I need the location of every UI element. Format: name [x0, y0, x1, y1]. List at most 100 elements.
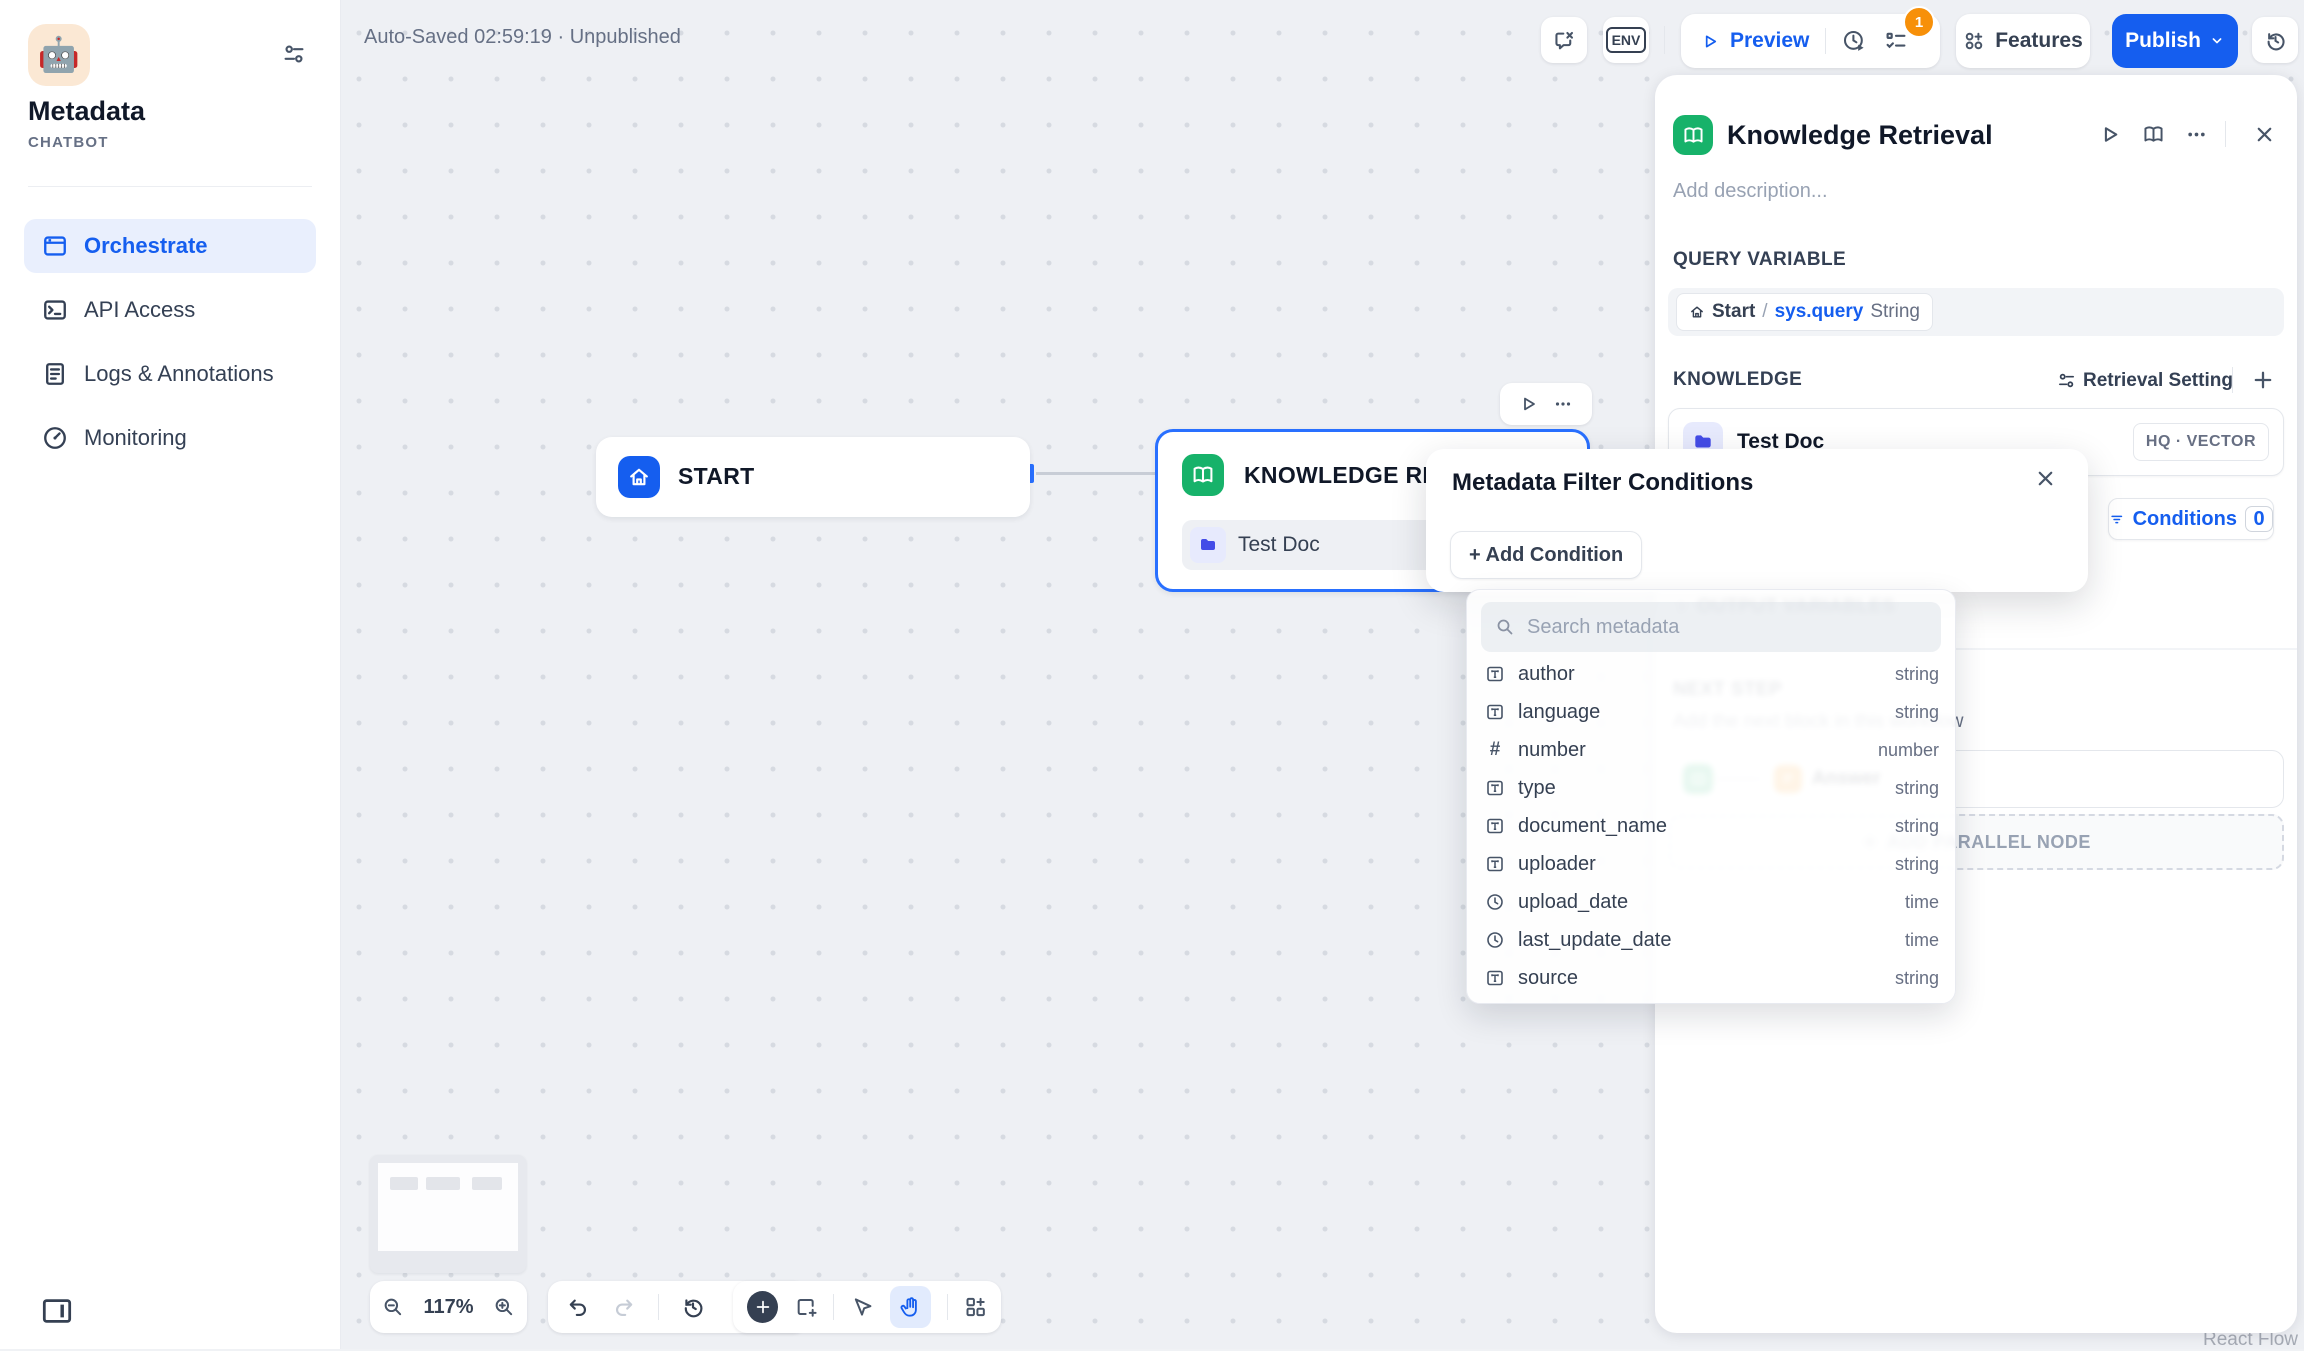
metadata-option[interactable]: last_update_datetime	[1473, 921, 1951, 959]
metadata-dropdown: authorstring languagestring # numbernumb…	[1466, 589, 1956, 1004]
undo-icon[interactable]	[566, 1295, 590, 1319]
sidebar-divider	[28, 186, 312, 187]
edge-start-to-knowledge	[1036, 472, 1155, 475]
time-field-icon	[1485, 892, 1505, 912]
preview-group: Preview 1	[1681, 14, 1940, 68]
start-node-title: START	[678, 463, 754, 490]
metadata-conditions-button[interactable]: Conditions 0	[2108, 498, 2274, 540]
orchestrate-icon	[42, 233, 68, 259]
text-field-icon	[1485, 664, 1505, 684]
chevron-down-icon	[2209, 33, 2225, 49]
checklist-icon[interactable]	[1884, 29, 1908, 53]
features-button[interactable]: Features	[1956, 14, 2090, 68]
zoom-in-icon[interactable]	[493, 1296, 515, 1318]
auto-layout-icon[interactable]	[964, 1295, 987, 1319]
zoom-level[interactable]: 117%	[423, 1296, 473, 1319]
text-field-icon	[1485, 854, 1505, 874]
change-history-icon[interactable]	[681, 1295, 705, 1319]
app-settings-icon[interactable]	[282, 42, 306, 66]
features-icon	[1963, 30, 1985, 52]
preview-play-icon	[1701, 32, 1720, 51]
node-toolbar	[1500, 383, 1592, 425]
toolbar-divider	[947, 1294, 948, 1320]
knowledge-icon	[1673, 115, 1713, 155]
chat-remove-icon	[1553, 29, 1576, 52]
text-field-icon	[1485, 816, 1505, 836]
filter-icon	[2109, 510, 2125, 529]
dataset-name: Test Doc	[1238, 533, 1320, 557]
env-icon: ENV	[1606, 27, 1647, 53]
checklist-badge: 1	[1903, 6, 1935, 38]
minimap[interactable]	[370, 1155, 526, 1273]
header-divider	[2225, 121, 2226, 147]
node-more-icon[interactable]	[1553, 394, 1573, 414]
toolbar-divider	[833, 1294, 834, 1320]
home-icon	[618, 456, 660, 498]
app-name: Metadata	[28, 96, 145, 127]
add-condition-button[interactable]: + Add Condition	[1450, 531, 1642, 579]
metadata-option[interactable]: # numbernumber	[1473, 731, 1951, 769]
run-icon[interactable]	[2099, 123, 2122, 146]
start-node[interactable]: START	[596, 437, 1030, 517]
app-avatar[interactable]: 🤖	[28, 24, 90, 86]
annotation-button[interactable]	[1541, 17, 1587, 63]
run-node-icon[interactable]	[1519, 394, 1539, 414]
metadata-option[interactable]: authorstring	[1473, 655, 1951, 693]
zoom-out-icon[interactable]	[382, 1296, 404, 1318]
query-variable-field[interactable]: Start / sys.query String	[1668, 288, 2284, 336]
metadata-option[interactable]: sourcestring	[1473, 959, 1951, 997]
hand-mode-icon[interactable]	[890, 1286, 931, 1328]
search-input[interactable]	[1525, 615, 1927, 640]
docs-icon[interactable]	[2142, 123, 2165, 146]
metadata-option[interactable]: typestring	[1473, 769, 1951, 807]
add-note-icon[interactable]	[794, 1295, 817, 1319]
collapse-sidebar-icon[interactable]	[42, 1298, 72, 1324]
close-panel-icon[interactable]	[2253, 123, 2276, 146]
canvas-tools-toolbar	[733, 1281, 1001, 1333]
topbar-divider	[1664, 26, 1665, 54]
retrieval-setting-button[interactable]: Retrieval Setting	[2083, 370, 2233, 392]
app-type-label: CHATBOT	[28, 134, 109, 151]
terminal-icon	[42, 297, 68, 323]
version-history-button[interactable]	[2252, 17, 2298, 63]
metadata-search[interactable]	[1481, 602, 1941, 652]
metadata-filter-popup: Metadata Filter Conditions + Add Conditi…	[1426, 449, 2088, 592]
metadata-option[interactable]: uploaderstring	[1473, 845, 1951, 883]
sidebar-item-monitoring[interactable]: Monitoring	[24, 411, 316, 465]
minimap-viewport	[378, 1163, 518, 1251]
popup-title: Metadata Filter Conditions	[1452, 469, 1753, 497]
sidebar-item-api-access[interactable]: API Access	[24, 283, 316, 337]
folder-icon	[1190, 527, 1226, 563]
toolbar-divider	[658, 1294, 659, 1320]
conditions-count-badge: 0	[2245, 506, 2273, 532]
close-popup-icon[interactable]	[2034, 467, 2057, 490]
sidebar-item-logs-annotations[interactable]: Logs & Annotations	[24, 347, 316, 401]
knowledge-header-divider	[2232, 367, 2233, 393]
add-node-icon[interactable]	[747, 1291, 778, 1323]
add-knowledge-icon[interactable]	[2251, 368, 2275, 392]
knowledge-section-label: KNOWLEDGE	[1673, 369, 1802, 391]
panel-title: Knowledge Retrieval	[1727, 120, 1993, 151]
preview-button[interactable]: Preview	[1730, 29, 1809, 53]
run-history-icon[interactable]	[1842, 29, 1866, 53]
publish-button[interactable]: Publish	[2112, 14, 2238, 68]
number-field-icon: #	[1485, 739, 1505, 761]
retrieval-setting-icon	[2057, 371, 2076, 390]
history-icon	[2264, 29, 2287, 52]
description-field[interactable]: Add description...	[1673, 180, 1828, 203]
sidebar-item-orchestrate[interactable]: Orchestrate	[24, 219, 316, 273]
redo-icon[interactable]	[612, 1295, 636, 1319]
start-node-icon	[1689, 304, 1705, 320]
minimap-node	[426, 1177, 460, 1190]
more-icon[interactable]	[2185, 123, 2208, 146]
env-button[interactable]: ENV	[1603, 17, 1649, 63]
search-icon	[1495, 617, 1515, 637]
variable-pill: Start / sys.query String	[1676, 293, 1933, 331]
metadata-option[interactable]: languagestring	[1473, 693, 1951, 731]
minimap-node	[472, 1177, 502, 1190]
pointer-mode-icon[interactable]	[850, 1295, 873, 1319]
metadata-option[interactable]: document_namestring	[1473, 807, 1951, 845]
text-field-icon	[1485, 778, 1505, 798]
text-field-icon	[1485, 702, 1505, 722]
metadata-option[interactable]: upload_datetime	[1473, 883, 1951, 921]
